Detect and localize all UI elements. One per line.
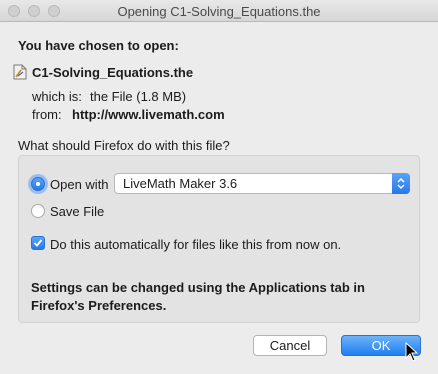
save-file-radio[interactable] xyxy=(31,204,45,218)
settings-note: Settings can be changed using the Applic… xyxy=(31,280,365,313)
auto-checkbox[interactable] xyxy=(31,236,45,250)
application-select[interactable]: LiveMath Maker 3.6 xyxy=(114,173,410,194)
window-title: Opening C1-Solving_Equations.the xyxy=(117,4,321,19)
application-select-value: LiveMath Maker 3.6 xyxy=(123,176,238,191)
dialog-heading: You have chosen to open: xyxy=(18,38,179,53)
open-with-radio[interactable] xyxy=(31,177,45,191)
open-with-label[interactable]: Open with xyxy=(50,177,109,192)
file-name: C1-Solving_Equations.the xyxy=(32,65,194,80)
which-is-label: which is: xyxy=(32,89,82,104)
title-bar: Opening C1-Solving_Equations.the xyxy=(0,0,438,22)
updown-chevron-icon xyxy=(392,173,410,194)
file-icon xyxy=(13,64,27,80)
cancel-button[interactable]: Cancel xyxy=(253,335,327,356)
pointer-cursor-icon xyxy=(405,342,419,362)
save-file-label[interactable]: Save File xyxy=(50,204,104,219)
action-question: What should Firefox do with this file? xyxy=(18,138,230,153)
from-value: http://www.livemath.com xyxy=(72,107,225,122)
which-is-value: the File (1.8 MB) xyxy=(90,89,187,104)
auto-checkbox-label[interactable]: Do this automatically for files like thi… xyxy=(50,237,341,252)
checkmark-icon xyxy=(33,239,43,247)
from-label: from: xyxy=(32,107,62,122)
